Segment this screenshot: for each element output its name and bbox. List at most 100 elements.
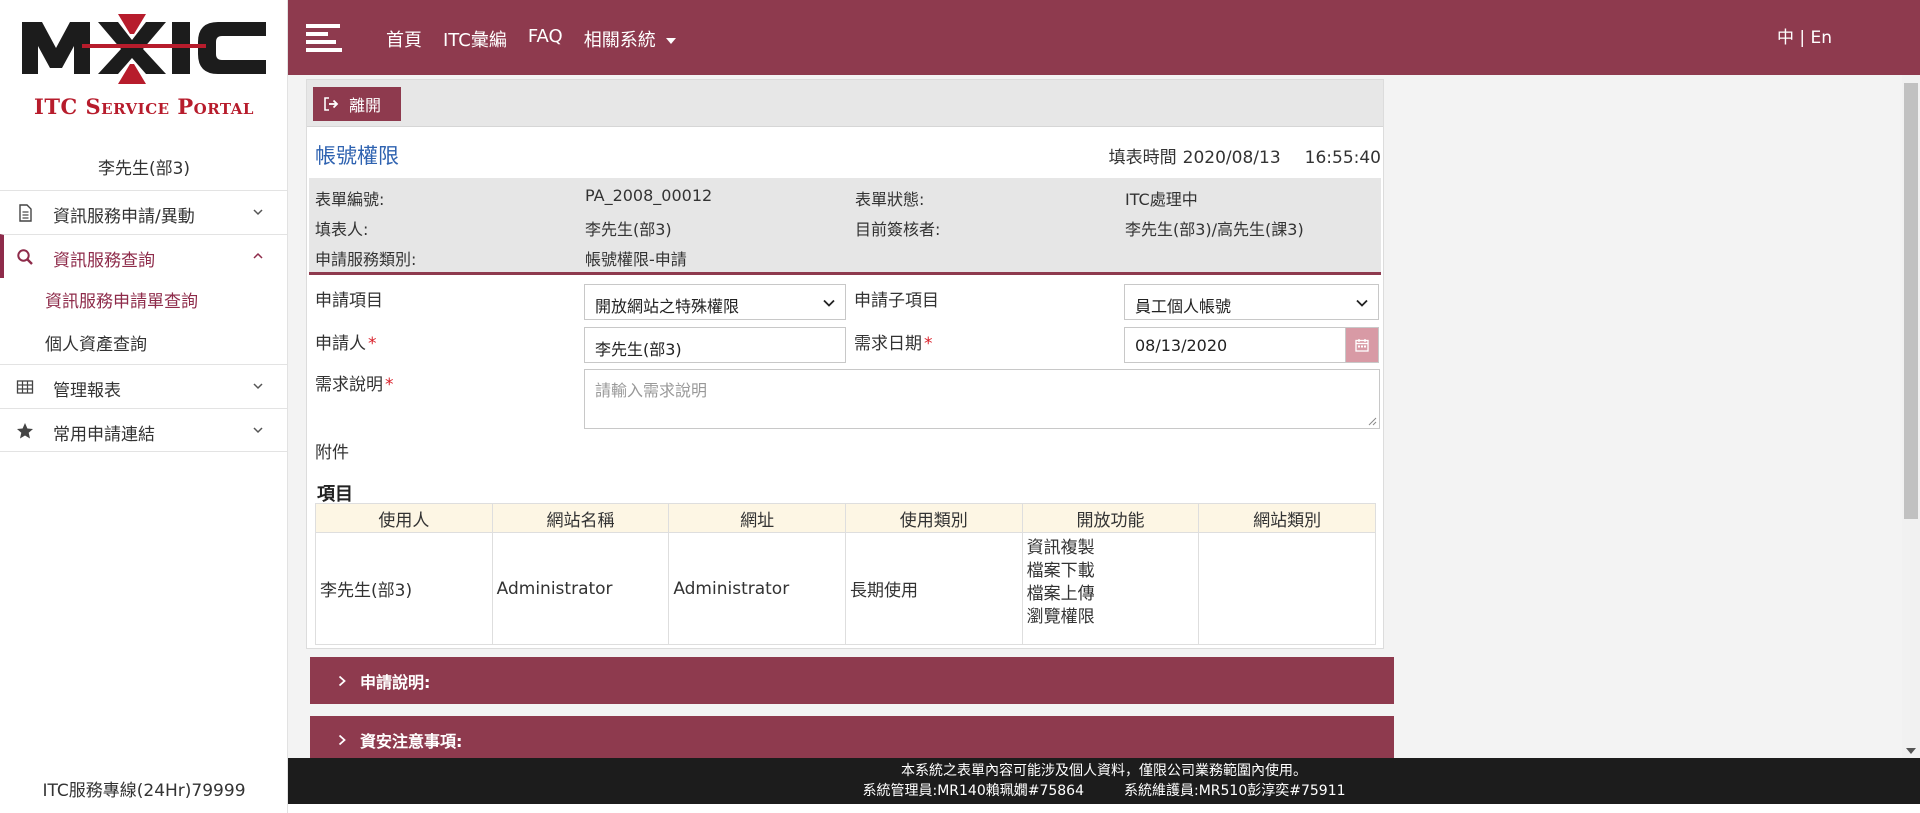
sidebar-subitem-asset-query[interactable]: 個人資產查詢 — [0, 321, 287, 364]
date-label-text: 需求日期 — [854, 334, 922, 354]
form-info-box: 表單編號: PA_2008_00012 表單狀態: ITC處理中 填表人: 李先… — [309, 178, 1381, 275]
filler-label: 填表人: — [315, 220, 369, 239]
item-select-value: 開放網站之特殊權限 — [595, 297, 740, 316]
col-usage-type: 使用類別 — [844, 503, 1023, 533]
top-header: 首頁 ITC彙編 FAQ 相關系統 中 | En — [288, 0, 1920, 75]
date-input[interactable]: 08/13/2020 — [1124, 327, 1354, 363]
language-switch[interactable]: 中 | En — [1777, 23, 1832, 48]
scrollbar-thumb[interactable] — [1904, 83, 1918, 519]
applicant-input[interactable]: 李先生(部3) — [584, 327, 846, 363]
desc-label: 需求說明 * — [315, 375, 394, 395]
nav-home[interactable]: 首頁 — [386, 26, 422, 52]
item-label: 申請項目 — [315, 291, 383, 311]
chevron-right-icon — [338, 675, 346, 686]
item-select[interactable]: 開放網站之特殊權限 — [584, 284, 846, 320]
chevron-up-icon — [253, 252, 263, 259]
form-title: 帳號權限 — [315, 144, 399, 168]
function-item: 檔案下載 — [1026, 561, 1095, 581]
chevron-down-icon — [253, 209, 263, 216]
service-hotline: ITC服務專線(24Hr)79999 — [42, 781, 246, 801]
function-item: 資訊複製 — [1026, 538, 1095, 558]
category-value: 帳號權限-申請 — [585, 250, 687, 269]
top-nav: 首頁 ITC彙編 FAQ 相關系統 — [386, 26, 697, 52]
main-content: 離開 帳號權限 填表時間 2020/08/13 16:55:40 表單編號: PA_… — [288, 75, 1920, 758]
section-label: 資安注意事項: — [360, 731, 463, 751]
current-user: 李先生(部3) — [97, 159, 191, 179]
desc-placeholder: 請輸入需求說明 — [595, 381, 708, 400]
fill-time-label: 填表時間 — [1108, 148, 1177, 168]
table-header-row: 使用人 網站名稱 網址 使用類別 開放功能 網站類別 — [315, 503, 1376, 533]
nav-related-systems-label: 相關系統 — [583, 30, 656, 51]
sidebar-item-service-query[interactable]: 資訊服務查詢 — [0, 234, 287, 278]
subitem-select-value: 員工個人帳號 — [1135, 297, 1232, 316]
col-site-type: 網站類別 — [1198, 503, 1376, 533]
table-row: 李先生(部3) Administrator Administrator 長期使用… — [315, 532, 1376, 645]
footer-admin: 系統管理員:MR140賴珮嫺#75864 — [862, 783, 1084, 799]
form-toolbar: 離開 — [307, 80, 1383, 127]
desc-textarea[interactable]: 請輸入需求說明 — [584, 369, 1380, 429]
star-icon — [17, 423, 33, 439]
col-site-name: 網站名稱 — [491, 503, 670, 533]
items-table: 使用人 網站名稱 網址 使用類別 開放功能 網站類別 李先生(部3) Admin… — [315, 503, 1376, 645]
sidebar-item-label: 常用申請連結 — [53, 425, 155, 445]
table-icon — [16, 380, 34, 394]
fill-time: 填表時間 2020/08/13 16:55:40 — [1109, 143, 1381, 168]
function-item: 檔案上傳 — [1026, 584, 1095, 604]
sidebar-item-links[interactable]: 常用申請連結 — [0, 408, 287, 452]
form-panel: 離開 帳號權限 填表時間 2020/08/13 16:55:40 表單編號: PA_… — [306, 79, 1384, 649]
col-user: 使用人 — [315, 503, 493, 533]
applicant-label: 申請人 * — [315, 334, 377, 354]
attachment-label: 附件 — [315, 443, 349, 463]
search-icon — [17, 249, 33, 265]
sidebar-item-label: 管理報表 — [53, 381, 121, 401]
sidebar-subitem-request-query[interactable]: 資訊服務申請單查詢 — [0, 278, 287, 321]
nav-faq[interactable]: FAQ — [528, 26, 563, 52]
leave-button[interactable]: 離開 — [313, 87, 401, 121]
hamburger-menu-icon[interactable] — [306, 22, 342, 52]
approver-label: 目前簽核者: — [855, 220, 941, 239]
document-icon — [19, 204, 32, 222]
date-label: 需求日期 * — [854, 334, 933, 354]
sidebar-item-service-apply[interactable]: 資訊服務申請/異動 — [0, 190, 287, 234]
chevron-down-icon — [823, 299, 835, 307]
chevron-down-icon — [253, 427, 263, 434]
section-apply-notes[interactable]: 申請說明: — [310, 657, 1394, 704]
sidebar-item-label: 資訊服務申請/異動 — [53, 207, 195, 227]
subitem-select[interactable]: 員工個人帳號 — [1124, 284, 1379, 320]
leave-button-label: 離開 — [349, 96, 382, 115]
mxic-logo[interactable] — [22, 12, 266, 84]
function-item: 瀏覽權限 — [1026, 607, 1095, 627]
sidebar-item-reports[interactable]: 管理報表 — [0, 364, 287, 408]
sidebar: ITC Service Portal 李先生(部3) 資訊服務申請/異動 資訊服… — [0, 0, 288, 813]
chevron-right-icon — [338, 734, 346, 745]
nav-related-systems[interactable]: 相關系統 — [584, 26, 676, 52]
footer-maintainer: 系統維護員:MR510彭淳奕#75911 — [1124, 783, 1346, 799]
footer-notice: 本系統之表單內容可能涉及個人資料，僅限公司業務範圍內使用。 — [901, 763, 1307, 779]
filler-value: 李先生(部3) — [585, 220, 672, 239]
nav-itc-compilation[interactable]: ITC彙編 — [443, 26, 507, 52]
sidebar-item-label: 資訊服務查詢 — [53, 251, 155, 271]
scroll-down-arrow-icon[interactable] — [1906, 748, 1916, 754]
cell-user: 李先生(部3) — [315, 532, 493, 645]
subitem-label: 申請子項目 — [854, 291, 939, 311]
category-label: 申請服務類別: — [315, 250, 417, 269]
section-security-notes[interactable]: 資安注意事項: — [310, 716, 1394, 758]
calendar-icon — [1355, 339, 1369, 352]
sign-out-icon — [324, 97, 339, 111]
calendar-button[interactable] — [1345, 327, 1379, 363]
fill-date: 2020/08/13 — [1182, 148, 1281, 168]
cell-usage-type: 長期使用 — [844, 532, 1023, 645]
desc-label-text: 需求說明 — [315, 375, 383, 395]
page-footer: 本系統之表單內容可能涉及個人資料，僅限公司業務範圍內使用。 系統管理員:MR14… — [288, 758, 1920, 804]
applicant-label-text: 申請人 — [315, 334, 366, 354]
form-no-value: PA_2008_00012 — [585, 186, 713, 205]
form-status-value: ITC處理中 — [1125, 190, 1198, 209]
form-no-label: 表單編號: — [315, 190, 385, 209]
form-status-label: 表單狀態: — [855, 190, 925, 209]
sidebar-nav: 資訊服務申請/異動 資訊服務查詢 資訊服務申請單查詢 個人資產查詢 管理報表 常… — [0, 190, 287, 452]
page-scrollbar[interactable] — [1902, 75, 1920, 758]
footer-contacts: 系統管理員:MR140賴珮嫺#75864 系統維護員:MR510彭淳奕#75911 — [288, 781, 1920, 801]
resize-handle-icon[interactable] — [1367, 416, 1377, 426]
caret-down-icon — [665, 38, 676, 44]
section-label: 申請說明: — [360, 672, 431, 692]
